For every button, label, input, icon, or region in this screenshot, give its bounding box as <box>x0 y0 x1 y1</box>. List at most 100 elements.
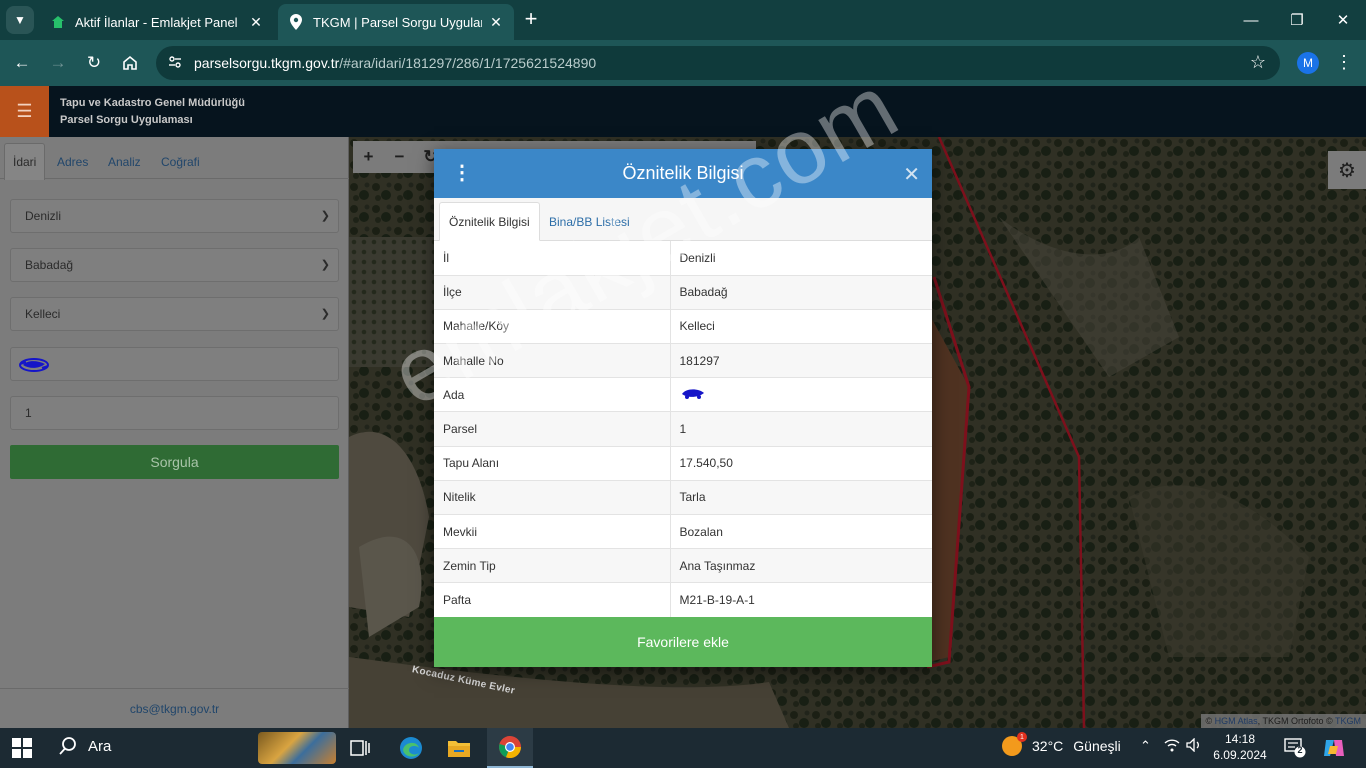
attribute-value <box>670 377 932 413</box>
search-icon <box>59 737 76 755</box>
close-window-icon[interactable]: ✕ <box>1320 0 1366 40</box>
taskbar-search[interactable]: Ara <box>58 736 111 756</box>
app-header: ☰ Tapu ve Kadastro Genel Müdürlüğü Parse… <box>0 86 1366 137</box>
attribute-value: Kelleci <box>670 309 932 345</box>
speaker-icon[interactable] <box>1186 737 1202 755</box>
close-tab-icon[interactable]: ✕ <box>488 14 504 31</box>
attribute-key: İl <box>434 241 671 276</box>
attribute-key: Zemin Tip <box>434 548 671 584</box>
mahalle-select-value: Kelleci <box>25 307 61 321</box>
close-icon[interactable]: ✕ <box>903 162 920 187</box>
tab-idari[interactable]: İdari <box>4 143 46 180</box>
tab-cografi[interactable]: Coğrafi <box>153 143 208 180</box>
tab-search-dropdown-icon[interactable]: ▼ <box>6 6 34 34</box>
redaction-scribble-icon <box>17 357 51 376</box>
wifi-icon[interactable] <box>1164 738 1180 755</box>
attribute-value: 17.540,50 <box>670 446 932 481</box>
tab-oznitelik-bilgisi[interactable]: Öznitelik Bilgisi <box>439 202 540 241</box>
attribute-value: Tarla <box>670 480 932 516</box>
sun-icon: 1 <box>1002 732 1027 756</box>
weather-widget[interactable]: 1 32°C Güneşli <box>1002 732 1121 756</box>
attribute-key: Mahalle/Köy <box>434 309 671 345</box>
attribute-row: Pafta M21-B-19-A-1 <box>434 582 932 618</box>
attribute-key: Mahalle No <box>434 343 671 379</box>
clock-date: 6.09.2024 <box>1213 748 1267 762</box>
chevron-down-icon: ❯ <box>320 259 330 271</box>
contact-email-link[interactable]: cbs@tkgm.gov.tr <box>0 688 349 728</box>
ada-input[interactable] <box>10 347 339 381</box>
file-explorer-icon[interactable] <box>436 728 482 768</box>
attribute-key: Pafta <box>434 582 671 618</box>
attribute-table: İl Denizli İlçe Babadağ Mahalle/Köy Kelleci Ma… <box>434 241 932 618</box>
edge-browser-icon[interactable] <box>388 728 434 768</box>
app-title: Tapu ve Kadastro Genel Müdürlüğü Parsel … <box>60 95 245 129</box>
attribute-row: Mahalle/Köy Kelleci <box>434 309 932 345</box>
vertical-dots-menu-icon[interactable]: ⋮ <box>452 162 472 184</box>
tab-title: TKGM | Parsel Sorgu Uygulaması <box>313 14 482 30</box>
zoom-in-icon[interactable]: + <box>353 147 384 167</box>
browser-tab-emlakjet[interactable]: Aktif İlanlar - Emlakjet Panel ✕ <box>40 4 274 40</box>
modal-header: Öznitelik Bilgisi ⋮ ✕ <box>434 149 932 198</box>
map-settings-gear-icon[interactable]: ⚙ <box>1328 151 1366 189</box>
clock-time: 14:18 <box>1224 732 1256 746</box>
weather-condition: Güneşli <box>1073 738 1121 754</box>
temperature: 32°C <box>1032 738 1064 754</box>
browser-tab-tkgm[interactable]: TKGM | Parsel Sorgu Uygulaması ✕ <box>278 4 514 40</box>
reload-icon[interactable]: ↻ <box>80 49 108 77</box>
url-text: parselsorgu.tkgm.gov.tr/#ara/idari/18129… <box>194 55 597 71</box>
attribute-value: Denizli <box>670 241 932 276</box>
attribute-row: Tapu Alanı 17.540,50 <box>434 446 932 481</box>
hamburger-menu-icon[interactable]: ☰ <box>0 86 49 137</box>
ilce-select[interactable]: Babadağ ❯ <box>10 248 339 282</box>
attribution-link-hgm[interactable]: HGM Atlas <box>1215 716 1258 726</box>
browser-tabstrip: ▼ Aktif İlanlar - Emlakjet Panel ✕ TKGM … <box>0 0 1366 40</box>
attribute-key: Nitelik <box>434 480 671 516</box>
map-attribution: © HGM Atlas, TKGM Ortofoto © TKGM <box>1200 714 1366 728</box>
bookmark-star-icon[interactable]: ☆ <box>1250 52 1266 73</box>
attribute-value: 181297 <box>670 343 932 379</box>
attribution-link-tkgm[interactable]: TKGM <box>1335 716 1361 726</box>
attribute-key: Parsel <box>434 411 671 447</box>
profile-avatar[interactable]: M <box>1297 52 1319 74</box>
chrome-icon[interactable] <box>487 728 533 768</box>
tab-adres[interactable]: Adres <box>49 143 96 180</box>
windows-start-icon[interactable] <box>12 738 32 758</box>
new-tab-icon[interactable]: + <box>520 8 542 31</box>
attribute-row: İlçe Babadağ <box>434 275 932 310</box>
il-select[interactable]: Denizli ❯ <box>10 199 339 233</box>
search-highlight-image[interactable] <box>258 732 336 764</box>
home-icon[interactable] <box>116 49 144 77</box>
browser-menu-icon[interactable]: ⋮ <box>1334 52 1354 73</box>
chevron-down-icon: ❯ <box>320 308 330 320</box>
browser-toolbar: ← → ↻ parselsorgu.tkgm.gov.tr/#ara/idari… <box>0 40 1366 86</box>
back-icon[interactable]: ← <box>8 49 36 77</box>
forward-icon[interactable]: → <box>44 49 72 77</box>
close-tab-icon[interactable]: ✕ <box>248 14 264 31</box>
add-to-favorites-button[interactable]: Favorilere ekle <box>434 617 932 667</box>
parsel-input[interactable]: 1 <box>10 396 339 430</box>
tab-bina-bb-listesi[interactable]: Bina/BB Listesi <box>540 202 639 241</box>
restore-icon[interactable]: ❐ <box>1274 0 1320 40</box>
sorgula-button[interactable]: Sorgula <box>10 445 339 479</box>
attribute-value: Bozalan <box>670 514 932 550</box>
copilot-icon[interactable] <box>1322 736 1346 760</box>
tab-analiz[interactable]: Analiz <box>100 143 149 180</box>
minimize-icon[interactable]: — <box>1228 0 1274 40</box>
attribute-row: Zemin Tip Ana Taşınmaz <box>434 548 932 584</box>
site-settings-icon[interactable] <box>168 55 188 72</box>
map-pin-icon <box>288 14 304 30</box>
notification-center[interactable]: 2 <box>1284 738 1306 761</box>
sidebar-tabs: İdari Adres Analiz Coğrafi <box>0 137 349 180</box>
attribute-key: Ada <box>434 377 671 413</box>
taskbar-search-label: Ara <box>88 737 112 755</box>
task-view-icon[interactable] <box>337 728 383 768</box>
system-clock[interactable]: 14:18 6.09.2024 <box>1212 731 1268 763</box>
zoom-out-icon[interactable]: − <box>384 147 415 167</box>
ilce-select-value: Babadağ <box>25 258 74 272</box>
windows-taskbar: Ara 1 32°C Güneşli ⌃ 14:18 6.09.2024 2 <box>0 728 1366 768</box>
tab-title: Aktif İlanlar - Emlakjet Panel <box>75 14 238 30</box>
redaction-scribble-icon <box>681 389 704 400</box>
address-bar[interactable]: parselsorgu.tkgm.gov.tr/#ara/idari/18129… <box>156 46 1280 80</box>
mahalle-select[interactable]: Kelleci ❯ <box>10 297 339 331</box>
chevron-up-icon[interactable]: ⌃ <box>1140 738 1151 754</box>
